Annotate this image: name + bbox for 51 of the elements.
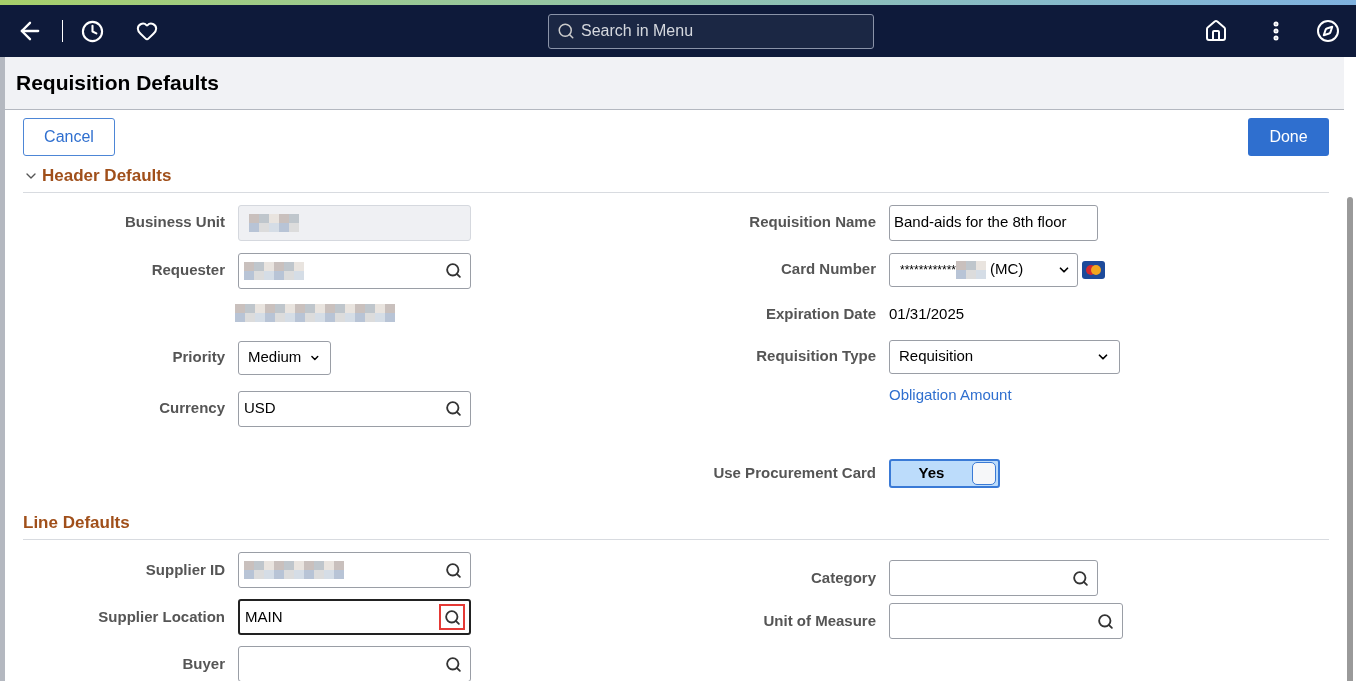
search-field[interactable]: Search in Menu xyxy=(548,13,874,49)
text-field[interactable]: Band-aids for the 8th floor xyxy=(889,204,1098,241)
section-title: Line Defaults xyxy=(23,512,130,532)
field-label: Card Number xyxy=(780,259,876,280)
card-type: (MC) xyxy=(990,259,1025,280)
favorites-icon[interactable] xyxy=(136,20,158,42)
card-mask: ************ xyxy=(900,261,957,279)
toggle-label: Yes xyxy=(917,463,946,484)
field-label: Requisition Name xyxy=(749,212,876,233)
dropdown-value: Requisition xyxy=(899,346,975,367)
dropdown[interactable]: Requisition xyxy=(889,339,1120,374)
field-label: Requisition Type xyxy=(756,346,876,367)
lookup-field[interactable] xyxy=(238,252,471,289)
cancel-button[interactable]: Cancel xyxy=(23,118,115,156)
home-icon[interactable] xyxy=(1204,19,1228,43)
expiration-date: 01/31/2025 xyxy=(889,304,965,325)
section-title: Header Defaults xyxy=(42,165,172,187)
field-label: Buyer xyxy=(182,653,225,674)
field-value: MAIN xyxy=(245,606,284,627)
lookup-field[interactable]: MAIN xyxy=(238,599,471,635)
lookup-field[interactable] xyxy=(238,646,471,681)
field-label: Use Procurement Card xyxy=(713,463,876,484)
field-label: Category xyxy=(810,567,876,588)
lookup-field[interactable] xyxy=(889,603,1123,639)
card-dropdown[interactable]: ************ (MC) xyxy=(889,252,1078,287)
field-label: Business Unit xyxy=(124,212,225,233)
search-icon[interactable] xyxy=(439,604,465,630)
search-placeholder: Search in Menu xyxy=(581,21,694,41)
field-label: Currency xyxy=(159,398,225,419)
field-label: Expiration Date xyxy=(765,304,876,325)
obligation-amount-link[interactable]: Obligation Amount xyxy=(889,384,1012,407)
dropdown[interactable]: Medium xyxy=(238,340,331,375)
field-label: Supplier ID xyxy=(145,559,225,580)
compass-icon[interactable] xyxy=(1316,19,1340,43)
field-value: Band-aids for the 8th floor xyxy=(894,212,1067,233)
lookup-field[interactable]: USD xyxy=(238,390,471,427)
search-icon xyxy=(557,22,575,40)
done-button[interactable]: Done xyxy=(1248,118,1329,156)
dropdown-value: Medium xyxy=(248,347,302,368)
credit-card-icon xyxy=(1082,260,1105,279)
field-label: Supplier Location xyxy=(98,606,225,627)
page-title: Requisition Defaults xyxy=(16,70,220,97)
toggle-switch[interactable]: Yes xyxy=(889,459,1000,488)
field-value: USD xyxy=(244,398,277,419)
lookup-field[interactable] xyxy=(238,552,471,588)
toggle-knob xyxy=(972,462,996,485)
lookup-field[interactable] xyxy=(889,560,1098,596)
field-label: Priority xyxy=(172,347,225,368)
history-icon[interactable] xyxy=(81,19,104,43)
field-label: Unit of Measure xyxy=(763,610,876,631)
field-label: Requester xyxy=(151,260,225,281)
